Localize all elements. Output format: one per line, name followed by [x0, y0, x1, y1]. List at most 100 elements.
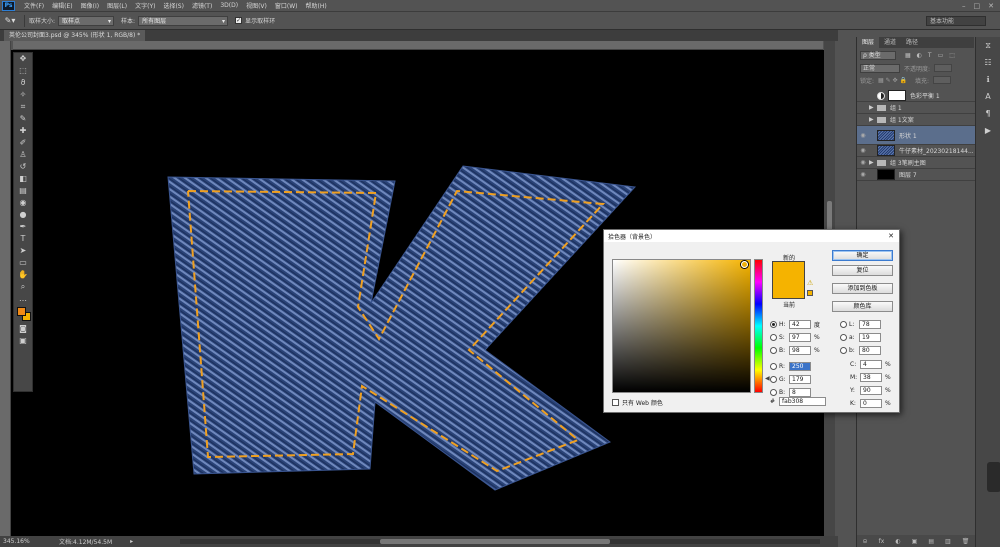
menu-layer[interactable]: 图层(L): [103, 1, 131, 10]
eye-icon[interactable]: ◉: [857, 171, 869, 178]
new-layer-icon[interactable]: ▥: [945, 538, 951, 545]
shape-tool-icon[interactable]: ▭: [14, 257, 32, 269]
menu-3d[interactable]: 3D(D): [216, 2, 242, 9]
color-cursor[interactable]: [741, 261, 748, 268]
close-icon[interactable]: ✕: [888, 232, 894, 240]
lab-a-radio[interactable]: [840, 333, 847, 341]
maximize-button[interactable]: □: [974, 2, 981, 10]
menu-edit[interactable]: 编辑(E): [48, 1, 76, 10]
healing-brush-tool-icon[interactable]: ✚: [14, 125, 32, 137]
brightness-input[interactable]: 98: [789, 345, 811, 355]
add-to-swatches-button[interactable]: 添加到色板: [832, 283, 893, 294]
scrollbar-thumb[interactable]: [380, 539, 610, 544]
shape-filter-icon[interactable]: ▭: [938, 52, 944, 59]
delete-layer-icon[interactable]: 🗑: [962, 538, 970, 545]
type-tool-icon[interactable]: T: [14, 233, 32, 245]
show-ring-checkbox[interactable]: ✓: [235, 17, 243, 24]
tab-paths[interactable]: 路径: [901, 37, 923, 48]
pen-tool-icon[interactable]: ✒: [14, 221, 32, 233]
blend-mode-select[interactable]: 正常: [860, 63, 900, 73]
smart-object-filter-icon[interactable]: ⬚: [949, 52, 955, 59]
expand-arrow-icon[interactable]: ▶: [869, 116, 877, 123]
opacity-field[interactable]: [934, 64, 953, 72]
saturation-brightness-field[interactable]: [612, 259, 751, 393]
brush-tool-icon[interactable]: ✐: [14, 137, 32, 149]
eyedropper-tool-preset-icon[interactable]: ✎▾: [0, 16, 20, 25]
layer-row-selected[interactable]: ◉ 形状 1: [857, 126, 975, 145]
new-group-icon[interactable]: ▤: [928, 538, 934, 545]
lab-l-input[interactable]: 78: [859, 319, 881, 329]
eye-icon[interactable]: ◉: [857, 147, 869, 154]
quick-mask-icon[interactable]: ◙: [14, 323, 32, 335]
document-tab[interactable]: 英伦公司封面3.psd @ 345% (形状 1, RGB/8) *: [4, 30, 146, 41]
layer-row[interactable]: ▶ 组 1: [857, 102, 975, 114]
menu-help[interactable]: 帮助(H): [302, 1, 331, 10]
marquee-tool-icon[interactable]: ⬚: [14, 65, 32, 77]
eye-icon[interactable]: ◉: [857, 159, 869, 166]
more-tools-icon[interactable]: …: [14, 293, 32, 305]
layer-row[interactable]: ◉ 牛仔素材_20230218144...: [857, 145, 975, 157]
layer-row[interactable]: ▶ 组 1文案: [857, 114, 975, 126]
gradient-tool-icon[interactable]: ▤: [14, 185, 32, 197]
ok-button[interactable]: 确定: [832, 250, 893, 261]
status-menu-arrow-icon[interactable]: ▸: [130, 538, 133, 545]
reset-button[interactable]: 复位: [832, 265, 893, 276]
history-brush-tool-icon[interactable]: ↺: [14, 161, 32, 173]
layer-row[interactable]: ◉ ▶ 组 3笔刷主图: [857, 157, 975, 169]
web-only-checkbox[interactable]: [612, 399, 619, 406]
properties-icon[interactable]: ☷: [976, 54, 1000, 71]
eraser-tool-icon[interactable]: ◧: [14, 173, 32, 185]
move-tool-icon[interactable]: ✥: [14, 53, 32, 65]
zoom-level[interactable]: 345.16%: [3, 538, 33, 545]
layer-row[interactable]: ◉ 图层 7: [857, 169, 975, 181]
brightness-radio[interactable]: [770, 346, 777, 354]
menu-window[interactable]: 窗口(W): [271, 1, 302, 10]
green-radio[interactable]: [770, 375, 777, 383]
minimize-button[interactable]: –: [962, 2, 966, 10]
fill-field[interactable]: [932, 76, 951, 84]
lock-icons[interactable]: ▦ ✎ ✥ 🔒: [878, 77, 907, 84]
menu-type[interactable]: 文字(Y): [131, 1, 159, 10]
red-radio[interactable]: [770, 362, 777, 370]
dodge-tool-icon[interactable]: ●: [14, 209, 32, 221]
document-info[interactable]: 文档:4.12M/54.5M: [59, 537, 112, 546]
blur-tool-icon[interactable]: ◉: [14, 197, 32, 209]
blue-input[interactable]: 8: [789, 387, 811, 397]
magenta-input[interactable]: 38: [860, 372, 882, 382]
layer-row[interactable]: 色彩平衡 1: [857, 90, 975, 102]
hex-input[interactable]: fab308: [779, 397, 827, 406]
layer-kind-filter[interactable]: ρ 类型: [860, 50, 896, 60]
hue-input[interactable]: 42: [789, 319, 811, 329]
type-filter-icon[interactable]: T: [928, 52, 932, 59]
clone-stamp-tool-icon[interactable]: ♙: [14, 149, 32, 161]
color-swatches[interactable]: [14, 305, 32, 323]
yellow-input[interactable]: 90: [860, 385, 882, 395]
close-window-button[interactable]: ✕: [988, 2, 994, 10]
sample-size-select[interactable]: 取样点: [58, 15, 115, 26]
menu-file[interactable]: 文件(F): [20, 1, 48, 10]
lab-l-radio[interactable]: [840, 320, 847, 328]
hue-slider[interactable]: [754, 259, 763, 393]
expand-arrow-icon[interactable]: ▶: [869, 104, 877, 111]
tab-layers[interactable]: 图层: [857, 37, 880, 48]
eyedropper-tool-icon[interactable]: ✎: [14, 113, 32, 125]
workspace-switcher[interactable]: 基本功能: [926, 15, 986, 26]
saturation-radio[interactable]: [770, 333, 777, 341]
pixel-filter-icon[interactable]: ▦: [905, 52, 911, 59]
hand-tool-icon[interactable]: ✋: [14, 269, 32, 281]
cyan-input[interactable]: 4: [860, 359, 882, 369]
web-safe-color-icon[interactable]: [807, 290, 813, 296]
eye-icon[interactable]: ◉: [857, 132, 869, 139]
menu-view[interactable]: 视图(V): [242, 1, 271, 10]
adjustment-filter-icon[interactable]: ◐: [917, 52, 922, 59]
sample-select[interactable]: 所有图层: [138, 15, 229, 26]
hue-radio[interactable]: [770, 320, 777, 328]
horizontal-scrollbar[interactable]: [180, 539, 820, 544]
lab-b-radio[interactable]: [840, 346, 847, 354]
crop-tool-icon[interactable]: ⌗: [14, 101, 32, 113]
path-selection-tool-icon[interactable]: ➤: [14, 245, 32, 257]
saturation-input[interactable]: 97: [789, 332, 811, 342]
green-input[interactable]: 179: [789, 374, 811, 384]
menu-filter[interactable]: 滤镜(T): [188, 1, 216, 10]
character-icon[interactable]: A: [976, 88, 1000, 105]
